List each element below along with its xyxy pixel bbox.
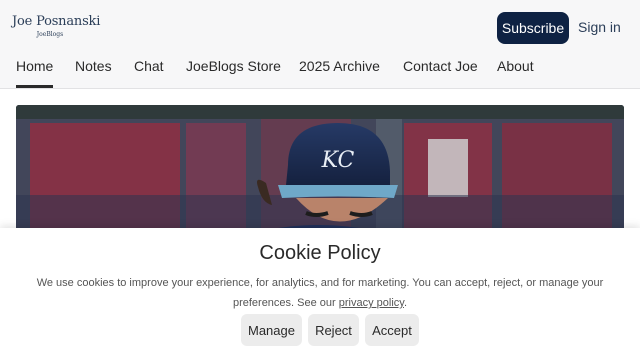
nav-tab-about[interactable]: About xyxy=(497,56,534,88)
cookie-text-end: . xyxy=(403,297,408,309)
cookie-title: Cookie Policy xyxy=(259,242,381,264)
accept-button[interactable]: Accept xyxy=(365,314,419,346)
hero-image[interactable]: KC xyxy=(16,105,624,235)
subscribe-button[interactable]: Subscribe xyxy=(497,12,569,44)
site-header: Joe Posnanski JoeBlogs Subscribe Sign in xyxy=(0,0,640,56)
privacy-policy-link[interactable]: privacy policy xyxy=(339,297,404,309)
manage-button[interactable]: Manage xyxy=(241,314,302,346)
cookie-text: We use cookies to improve your experienc… xyxy=(36,277,604,309)
nav-tab-2025-archive[interactable]: 2025 Archive xyxy=(299,56,380,88)
reject-button[interactable]: Reject xyxy=(308,314,359,346)
main-nav: Home Notes Chat JoeBlogs Store 2025 Arch… xyxy=(0,56,640,89)
logo-subtitle: JoeBlogs xyxy=(36,31,64,38)
logo-title: Joe Posnanski xyxy=(12,14,101,29)
nav-tab-home[interactable]: Home xyxy=(16,56,54,88)
nav-tab-joeblogs-store[interactable]: JoeBlogs Store xyxy=(186,56,281,88)
hero-photo-illustration: KC xyxy=(16,105,624,235)
cap-logo-text: KC xyxy=(321,148,355,173)
cookie-banner: Cookie Policy We use cookies to improve … xyxy=(0,228,640,360)
site-logo[interactable]: Joe Posnanski JoeBlogs xyxy=(12,14,101,38)
nav-tab-chat[interactable]: Chat xyxy=(134,56,164,88)
sign-in-link[interactable]: Sign in xyxy=(578,19,621,35)
nav-tab-notes[interactable]: Notes xyxy=(75,56,112,88)
cookie-description: We use cookies to improve your experienc… xyxy=(30,273,610,313)
nav-tab-contact-joe[interactable]: Contact Joe xyxy=(403,56,478,88)
